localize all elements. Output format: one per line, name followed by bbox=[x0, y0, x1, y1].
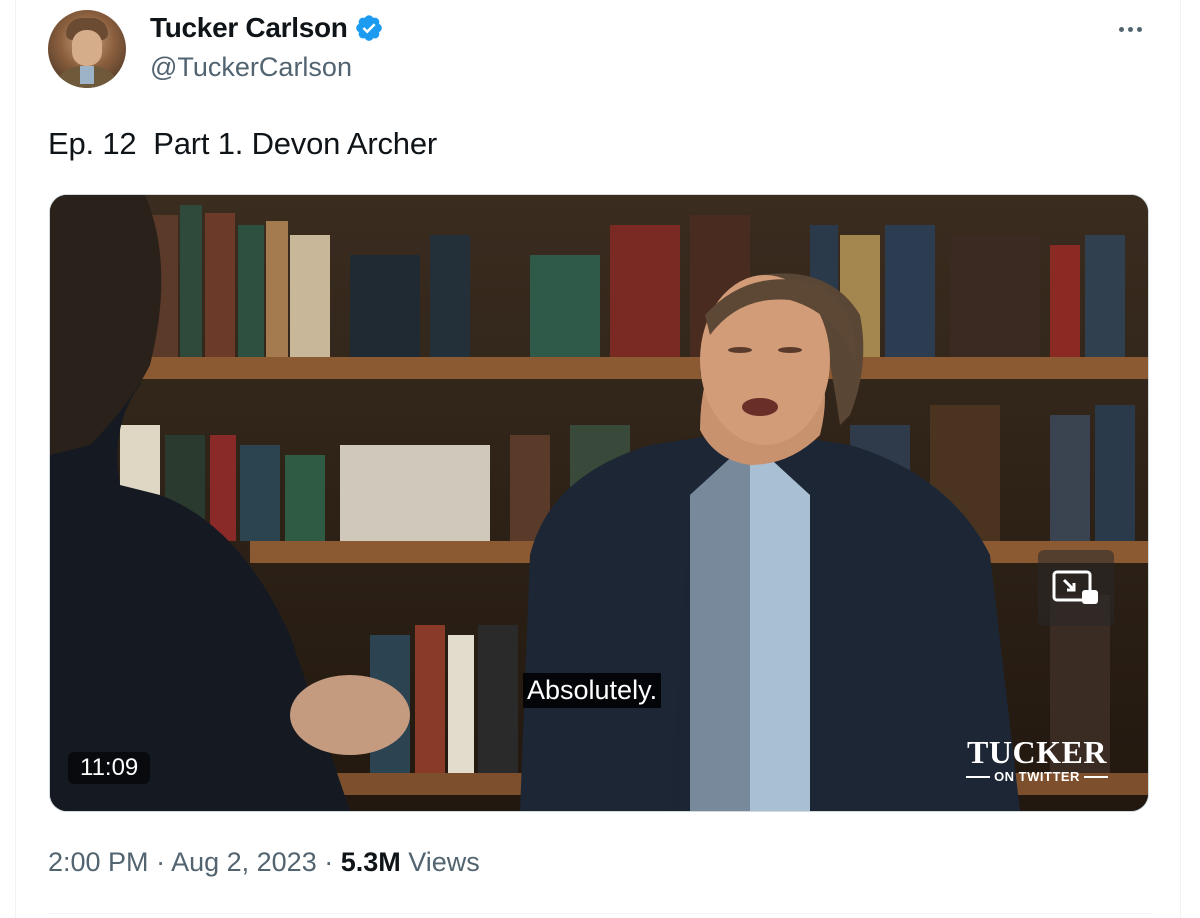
video-caption: Absolutely. bbox=[523, 673, 662, 708]
tweet-text: Ep. 12 Part 1. Devon Archer bbox=[48, 126, 437, 161]
more-dots-icon bbox=[1118, 26, 1124, 32]
tweet-date[interactable]: Aug 2, 2023 bbox=[171, 847, 317, 877]
views-count[interactable]: 5.3M bbox=[341, 847, 401, 877]
video-frame bbox=[50, 195, 1148, 811]
author-name-row: Tucker Carlson bbox=[150, 12, 384, 44]
author-handle[interactable]: @TuckerCarlson bbox=[150, 52, 352, 83]
views-label: Views bbox=[400, 847, 480, 877]
picture-in-picture-icon bbox=[1052, 570, 1098, 604]
tweet-meta: 2:00 PM · Aug 2, 2023 · 5.3M Views bbox=[48, 847, 480, 878]
divider bbox=[48, 913, 1152, 914]
video-duration: 11:09 bbox=[68, 752, 151, 784]
logo-line-2-row: ON TWITTER bbox=[962, 769, 1112, 784]
video-player[interactable] bbox=[49, 194, 1149, 812]
logo-line-1: TUCKER bbox=[967, 734, 1107, 770]
meta-separator: · bbox=[316, 847, 341, 877]
author-display-name[interactable]: Tucker Carlson bbox=[150, 12, 348, 44]
picture-in-picture-button[interactable] bbox=[1038, 550, 1114, 626]
logo-line-2: ON TWITTER bbox=[994, 769, 1080, 784]
tweet-time[interactable]: 2:00 PM bbox=[48, 847, 149, 877]
avatar[interactable] bbox=[48, 10, 126, 88]
more-options-button[interactable] bbox=[1108, 12, 1152, 46]
verified-badge-icon[interactable] bbox=[354, 13, 384, 43]
meta-separator: · bbox=[148, 847, 172, 877]
channel-logo: TUCKER ON TWITTER bbox=[962, 736, 1112, 784]
